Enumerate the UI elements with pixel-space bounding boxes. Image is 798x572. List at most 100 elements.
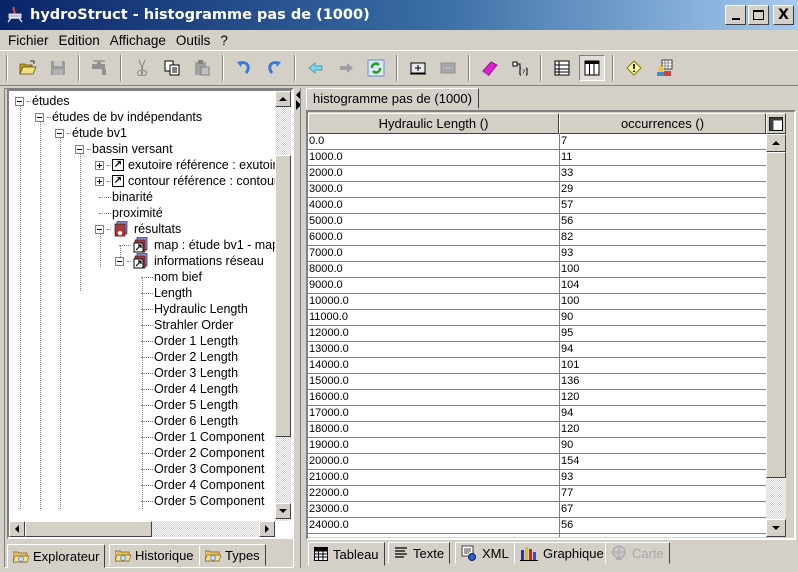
cell-occurrences[interactable]: 56 xyxy=(559,518,765,534)
cell-occurrences[interactable]: 57 xyxy=(559,198,765,214)
column-header-hydraulic-length[interactable]: Hydraulic Length () xyxy=(308,113,559,134)
table-row[interactable]: 22000.0 77 xyxy=(308,486,766,502)
cell-occurrences[interactable]: 100 xyxy=(559,294,765,310)
cell-hydraulic-length[interactable]: 22000.0 xyxy=(309,486,557,501)
cell-occurrences[interactable]: 56 xyxy=(559,214,765,230)
tab-tableau[interactable]: Tableau xyxy=(308,542,385,566)
column-header-occurrences[interactable]: occurrences () xyxy=(559,113,766,134)
cell-occurrences[interactable]: 94 xyxy=(559,406,765,422)
tree-node[interactable]: bassin versant xyxy=(75,141,173,157)
tree-node[interactable]: informations réseau xyxy=(115,253,264,269)
scroll-left-button[interactable] xyxy=(9,521,25,537)
expand-icon[interactable] xyxy=(95,176,104,186)
remove-window-button[interactable] xyxy=(435,55,461,81)
cell-occurrences[interactable]: 120 xyxy=(559,422,765,438)
cell-hydraulic-length[interactable]: 15000.0 xyxy=(309,374,557,389)
tree-node[interactable]: Order 1 Length xyxy=(141,333,238,349)
cell-hydraulic-length[interactable]: 9000.0 xyxy=(309,278,557,293)
tree-node[interactable]: ↗ exutoire référence : exutoire xyxy=(95,157,281,173)
table-row[interactable]: 8000.0 100 xyxy=(308,262,766,278)
table-row[interactable]: 11000.0 90 xyxy=(308,310,766,326)
tree-node[interactable]: étude bv1 xyxy=(55,125,127,141)
save-button[interactable] xyxy=(45,55,71,81)
tree-horizontal-scrollbar[interactable] xyxy=(9,521,275,537)
open-button[interactable] xyxy=(15,55,41,81)
menu-outils[interactable]: Outils xyxy=(171,33,216,48)
cell-occurrences[interactable]: 77 xyxy=(559,486,765,502)
tree-node[interactable]: Order 4 Length xyxy=(141,381,238,397)
cell-hydraulic-length[interactable]: 16000.0 xyxy=(309,390,557,405)
add-window-button[interactable] xyxy=(405,55,431,81)
tree-node[interactable]: ↗ contour référence : contour xyxy=(95,173,278,189)
table-row[interactable]: 5000.0 56 xyxy=(308,214,766,230)
tree-node[interactable]: Order 2 Length xyxy=(141,349,238,365)
tab-historique[interactable]: Historique xyxy=(109,544,200,566)
expand-icon[interactable] xyxy=(95,160,104,170)
table-row[interactable]: 18000.0 120 xyxy=(308,422,766,438)
tree-node[interactable]: Hydraulic Length xyxy=(141,301,248,317)
cell-occurrences[interactable]: 7 xyxy=(559,134,765,150)
cell-hydraulic-length[interactable]: 19000.0 xyxy=(309,438,557,453)
table-row[interactable]: 15000.0 136 xyxy=(308,374,766,390)
cell-hydraulic-length[interactable]: 2000.0 xyxy=(309,166,557,181)
collapse-icon[interactable] xyxy=(115,256,124,266)
tree-node[interactable]: Order 2 Component xyxy=(141,445,264,461)
menu-edition[interactable]: Edition xyxy=(54,33,105,48)
cell-hydraulic-length[interactable]: 3000.0 xyxy=(309,182,557,197)
cell-occurrences[interactable]: 90 xyxy=(559,310,765,326)
cell-occurrences[interactable]: 101 xyxy=(559,358,765,374)
cell-occurrences[interactable]: 33 xyxy=(559,166,765,182)
table-row[interactable]: 4000.0 57 xyxy=(308,198,766,214)
book-button[interactable] xyxy=(477,55,503,81)
collapse-icon[interactable] xyxy=(55,128,64,138)
tab-carte[interactable]: Carte xyxy=(605,542,670,564)
tree-node[interactable]: Order 4 Component xyxy=(141,477,264,493)
redo-button[interactable] xyxy=(261,55,287,81)
cell-hydraulic-length[interactable]: 13000.0 xyxy=(309,342,557,357)
cell-hydraulic-length[interactable]: 4000.0 xyxy=(309,198,557,213)
minimize-button[interactable] xyxy=(725,5,746,25)
cell-hydraulic-length[interactable]: 5000.0 xyxy=(309,214,557,229)
scroll-down-button[interactable] xyxy=(275,503,291,519)
table-row[interactable]: 1000.0 11 xyxy=(308,150,766,166)
scroll-thumb[interactable] xyxy=(275,155,291,437)
cell-occurrences[interactable]: 67 xyxy=(559,502,765,518)
table-row[interactable]: 20000.0 154 xyxy=(308,454,766,470)
tab-explorateur[interactable]: Explorateur xyxy=(7,544,106,568)
table-row[interactable]: 10000.0 100 xyxy=(308,294,766,310)
cell-hydraulic-length[interactable]: 18000.0 xyxy=(309,422,557,437)
cell-hydraulic-length[interactable]: 17000.0 xyxy=(309,406,557,421)
cell-hydraulic-length[interactable]: 6000.0 xyxy=(309,230,557,245)
cut-button[interactable] xyxy=(129,55,155,81)
maximize-button[interactable] xyxy=(748,5,769,25)
scroll-thumb-horizontal[interactable] xyxy=(25,521,152,537)
tree-node[interactable]: Order 6 Length xyxy=(141,413,238,429)
cell-hydraulic-length[interactable]: 8000.0 xyxy=(309,262,557,277)
collapse-icon[interactable] xyxy=(15,96,24,106)
menu-help[interactable]: ? xyxy=(215,33,233,48)
collapse-icon[interactable] xyxy=(95,224,104,234)
document-tab[interactable]: histogramme pas de (1000) xyxy=(306,88,479,109)
columns-view-button[interactable] xyxy=(579,55,605,81)
cell-occurrences[interactable]: 94 xyxy=(559,342,765,358)
table-row[interactable]: 23000.0 67 xyxy=(308,502,766,518)
table-row[interactable]: 0.0 7 xyxy=(308,134,766,150)
tab-xml[interactable]: XML xyxy=(455,542,515,564)
cell-hydraulic-length[interactable]: 0.0 xyxy=(309,134,557,149)
scroll-thumb[interactable] xyxy=(766,152,786,478)
cell-hydraulic-length[interactable]: 1000.0 xyxy=(309,150,557,165)
table-row[interactable]: 14000.0 101 xyxy=(308,358,766,374)
splitter[interactable] xyxy=(294,88,302,568)
cell-hydraulic-length[interactable]: 12000.0 xyxy=(309,326,557,341)
cell-hydraulic-length[interactable]: 20000.0 xyxy=(309,454,557,469)
table-row[interactable]: 13000.0 94 xyxy=(308,342,766,358)
table-row[interactable]: 19000.0 90 xyxy=(308,438,766,454)
cell-occurrences[interactable]: 29 xyxy=(559,182,765,198)
collapse-icon[interactable] xyxy=(75,144,84,154)
table-row[interactable]: 21000.0 93 xyxy=(308,470,766,486)
forward-button[interactable] xyxy=(333,55,359,81)
tab-texte[interactable]: Texte xyxy=(388,542,451,564)
cell-occurrences[interactable]: 90 xyxy=(559,438,765,454)
copy-button[interactable] xyxy=(159,55,185,81)
cell-occurrences[interactable]: 82 xyxy=(559,230,765,246)
